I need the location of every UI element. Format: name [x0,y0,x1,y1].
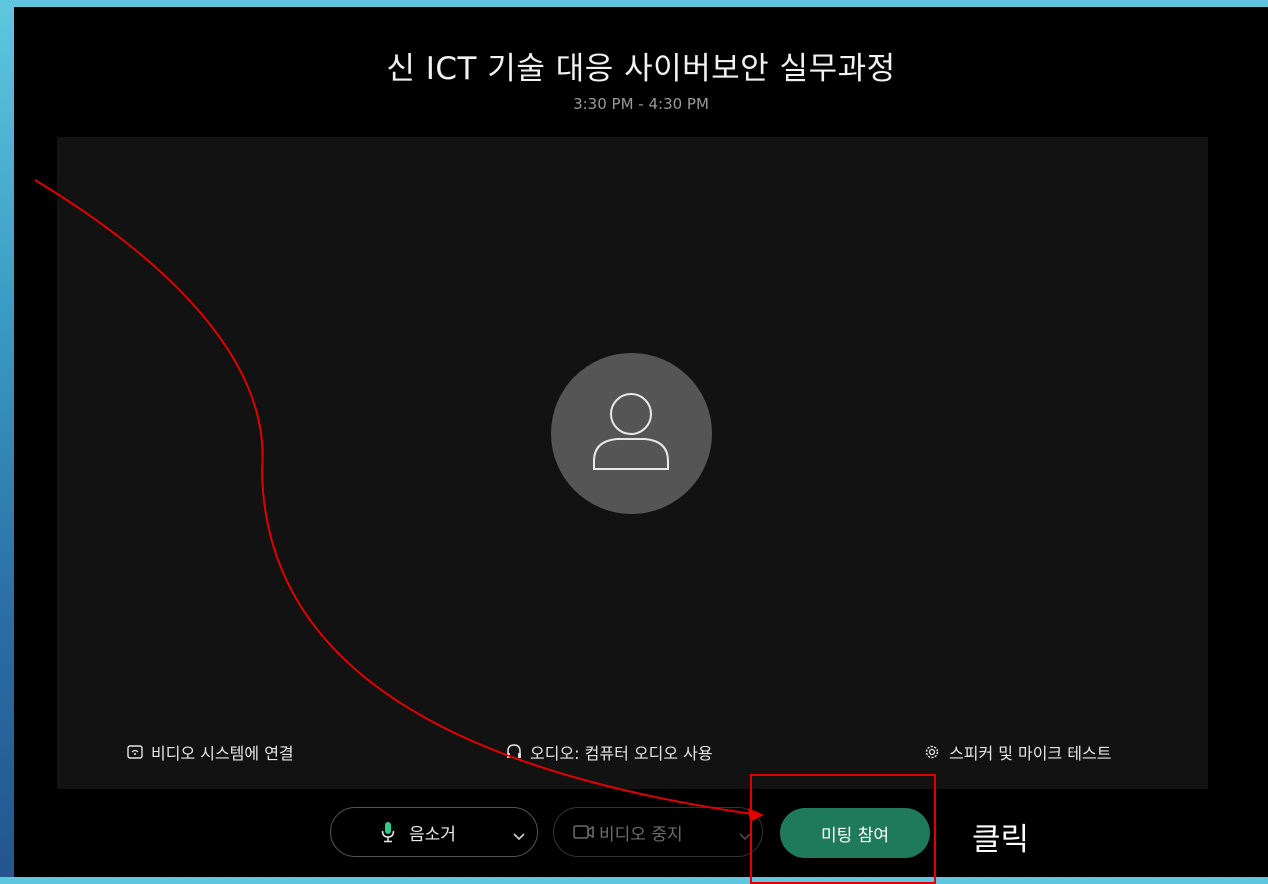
highlight-box [750,774,936,884]
annotation-arrow [34,179,764,822]
click-annotation-label: 클릭 [972,822,1030,858]
